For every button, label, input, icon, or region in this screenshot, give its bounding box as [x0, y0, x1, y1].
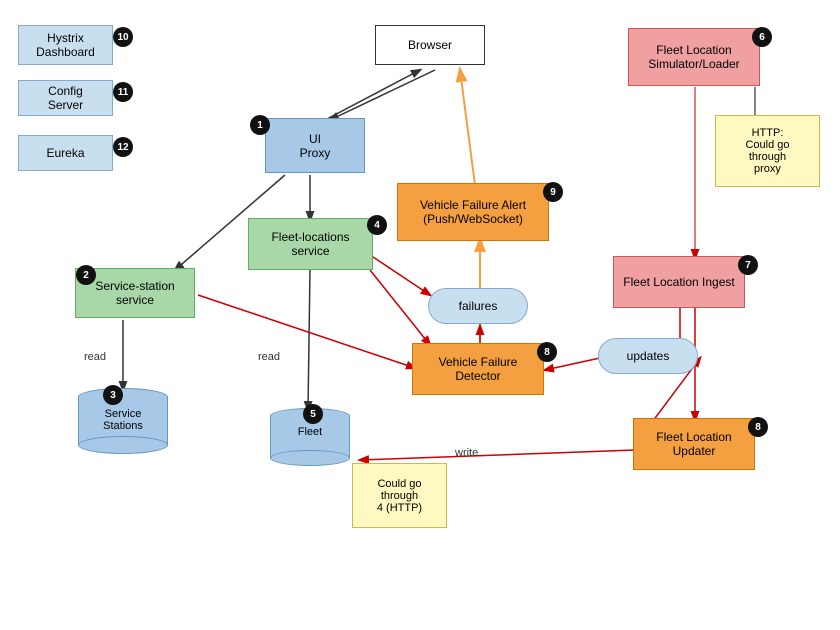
badge-9: 9 [543, 182, 563, 202]
http-note: HTTP:Could gothroughproxy [715, 115, 820, 187]
badge-4: 4 [367, 215, 387, 235]
badge-8a: 8 [537, 342, 557, 362]
badge-5: 5 [303, 404, 323, 424]
updates-node: updates [598, 338, 698, 374]
browser-node: Browser [375, 25, 485, 65]
fleet-location-ingest-node: Fleet Location Ingest [613, 256, 745, 308]
badge-1: 1 [250, 115, 270, 135]
hystrix-label: Hystrix Dashboard [19, 31, 112, 59]
service-stations-node: ServiceStations [78, 388, 168, 473]
write-note: Could gothrough4 (HTTP) [352, 463, 447, 528]
ui-proxy-node: UIProxy [265, 118, 365, 173]
fleet-location-simulator-node: Fleet LocationSimulator/Loader [628, 28, 760, 86]
hystrix-dashboard-node: Hystrix Dashboard [18, 25, 113, 65]
badge-11: 11 [113, 82, 133, 102]
fleet-locations-svc-node: Fleet-locationsservice [248, 218, 373, 270]
vehicle-failure-detector-node: Vehicle FailureDetector [412, 343, 544, 395]
failures-node: failures [428, 288, 528, 324]
vehicle-failure-alert-label: Vehicle Failure Alert(Push/WebSocket) [420, 198, 526, 226]
vehicle-failure-alert-node: Vehicle Failure Alert(Push/WebSocket) [397, 183, 549, 241]
config-server-node: ConfigServer [18, 80, 113, 116]
fleet-location-updater-node: Fleet LocationUpdater [633, 418, 755, 470]
svg-text:read: read [258, 351, 280, 363]
fleet-location-updater-label: Fleet LocationUpdater [656, 430, 731, 458]
diagram-container: read read write Hys [0, 0, 840, 630]
service-station-label: Service-stationservice [95, 279, 174, 307]
browser-label: Browser [408, 38, 452, 52]
failures-label: failures [459, 299, 498, 313]
config-label: ConfigServer [48, 84, 83, 112]
eureka-label: Eureka [46, 146, 84, 160]
fleet-location-simulator-label: Fleet LocationSimulator/Loader [648, 43, 739, 71]
svg-text:read: read [84, 351, 106, 363]
fleet-location-ingest-label: Fleet Location Ingest [623, 275, 734, 289]
fleet-locations-label: Fleet-locationsservice [271, 230, 349, 258]
badge-8b: 8 [748, 417, 768, 437]
updates-label: updates [627, 349, 670, 363]
svg-text:write: write [454, 447, 478, 459]
ui-proxy-label: UIProxy [300, 132, 331, 160]
badge-7: 7 [738, 255, 758, 275]
badge-6: 6 [752, 27, 772, 47]
badge-3: 3 [103, 385, 123, 405]
eureka-node: Eureka [18, 135, 113, 171]
badge-2: 2 [76, 265, 96, 285]
badge-10: 10 [113, 27, 133, 47]
vehicle-failure-detector-label: Vehicle FailureDetector [439, 355, 518, 383]
badge-12: 12 [113, 137, 133, 157]
